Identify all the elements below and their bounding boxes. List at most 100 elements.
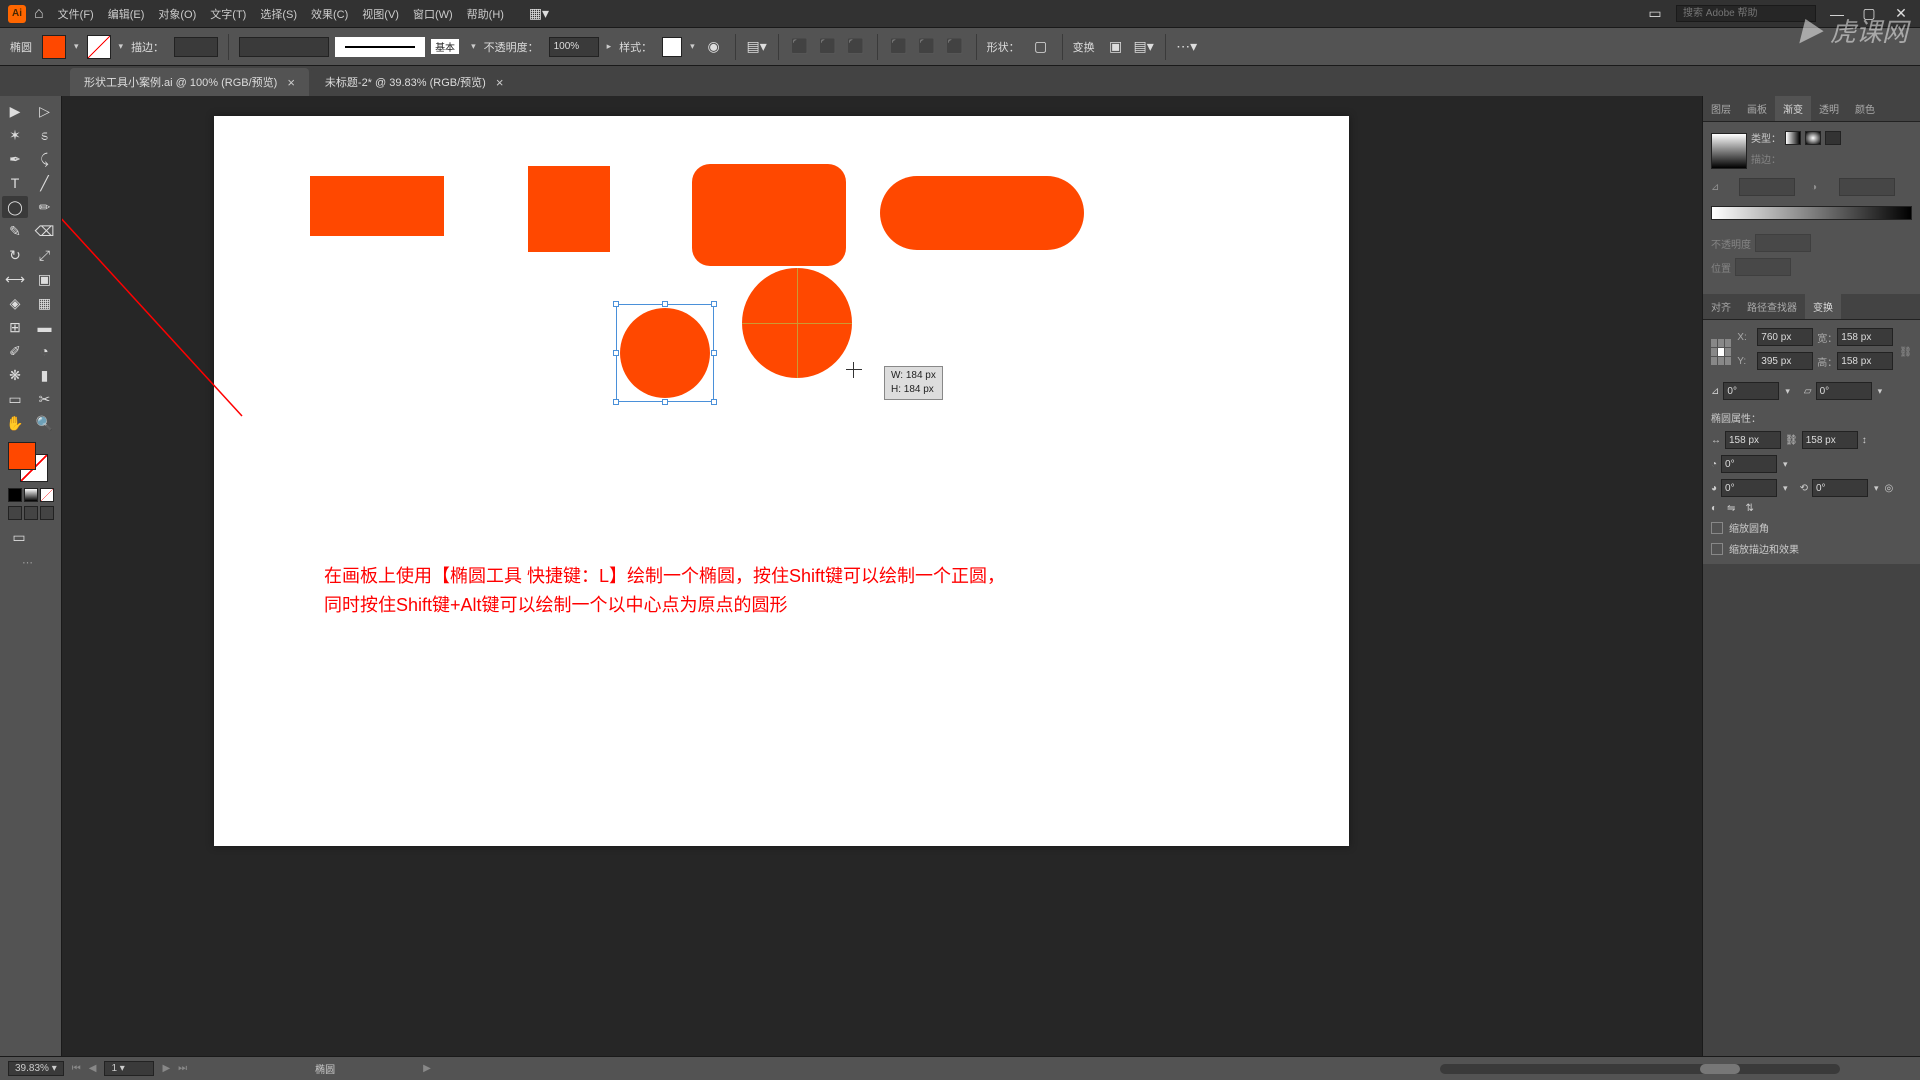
stroke-dropdown[interactable]: ▾: [117, 41, 126, 52]
reference-point[interactable]: [1711, 339, 1731, 365]
draw-inside[interactable]: [40, 506, 54, 520]
menu-edit[interactable]: 编辑(E): [108, 6, 145, 22]
gradient-slider[interactable]: [1711, 206, 1912, 220]
close-icon[interactable]: ×: [496, 75, 504, 90]
invert-icon[interactable]: ◐: [1711, 503, 1717, 514]
gradient-tool[interactable]: ▬: [32, 316, 58, 338]
window-max-icon[interactable]: ▢: [1858, 3, 1880, 25]
menu-file[interactable]: 文件(F): [58, 6, 94, 22]
slice-tool[interactable]: ✂: [32, 388, 58, 410]
brush-preview[interactable]: [335, 37, 425, 57]
pie-end-input[interactable]: [1721, 479, 1777, 497]
mesh-tool[interactable]: ⊞: [2, 316, 28, 338]
align-hcenter-icon[interactable]: ⬛: [817, 36, 839, 58]
fill-stroke-colors[interactable]: [8, 442, 48, 482]
tab-transform[interactable]: 变换: [1805, 294, 1841, 319]
shape-builder-tool[interactable]: ◈: [2, 292, 28, 314]
line-tool[interactable]: ╱: [32, 172, 58, 194]
constrain-icon[interactable]: ◎: [1885, 483, 1894, 494]
curvature-tool[interactable]: ⤹: [32, 148, 58, 170]
tab-color[interactable]: 颜色: [1847, 96, 1883, 121]
zoom-select[interactable]: 39.83% ▾: [8, 1061, 64, 1076]
menu-object[interactable]: 对象(O): [158, 6, 196, 22]
hand-tool[interactable]: ✋: [2, 412, 28, 434]
paintbrush-tool[interactable]: ✏: [32, 196, 58, 218]
window-close-icon[interactable]: ✕: [1890, 3, 1912, 25]
ellipse-w-input[interactable]: [1725, 431, 1781, 449]
stop-position-input[interactable]: [1735, 258, 1791, 276]
shape-square[interactable]: [528, 166, 610, 252]
w-input[interactable]: [1837, 328, 1893, 346]
shape-circle-large[interactable]: [742, 268, 852, 378]
search-input[interactable]: [1676, 5, 1816, 22]
artboard-nav-select[interactable]: 1 ▾: [104, 1061, 154, 1076]
shape-rectangle[interactable]: [310, 176, 444, 236]
menu-view[interactable]: 视图(V): [362, 6, 399, 22]
free-transform-tool[interactable]: ▣: [32, 268, 58, 290]
screen-mode-button[interactable]: ▭: [6, 526, 32, 548]
scale-corners-checkbox[interactable]: 缩放圆角: [1711, 520, 1912, 535]
align-top-icon[interactable]: ⬛: [888, 36, 910, 58]
close-icon[interactable]: ×: [287, 75, 295, 90]
opacity-input[interactable]: [549, 37, 599, 57]
link-icon[interactable]: ⛓: [1899, 347, 1912, 358]
opacity-dropdown[interactable]: ▸: [605, 41, 614, 52]
last-page-icon[interactable]: ⏭: [178, 1063, 187, 1074]
style-swatch[interactable]: [662, 37, 682, 57]
ellipse-tool[interactable]: ◯: [2, 196, 28, 218]
shape-rounded-rect[interactable]: [692, 164, 846, 266]
doc-setup-icon[interactable]: ▤▾: [746, 36, 768, 58]
fill-color[interactable]: [8, 442, 36, 470]
type-tool[interactable]: T: [2, 172, 28, 194]
style-dropdown[interactable]: ▾: [688, 41, 697, 52]
brush-dropdown[interactable]: ▾: [469, 41, 478, 52]
menu-help[interactable]: 帮助(H): [467, 6, 504, 22]
selection-tool[interactable]: ▶: [2, 100, 28, 122]
align-left-icon[interactable]: ⬛: [789, 36, 811, 58]
shape-mode-icon[interactable]: ▢: [1030, 36, 1052, 58]
none-mode[interactable]: [40, 488, 54, 502]
h-scrollbar[interactable]: [1440, 1064, 1840, 1074]
eyedropper-tool[interactable]: ✐: [2, 340, 28, 362]
linear-type[interactable]: [1785, 131, 1801, 145]
arrange-icon[interactable]: ▤▾: [1133, 36, 1155, 58]
graph-tool[interactable]: ▮: [32, 364, 58, 386]
menu-effect[interactable]: 效果(C): [311, 6, 348, 22]
draw-normal[interactable]: [8, 506, 22, 520]
menu-type[interactable]: 文字(T): [210, 6, 246, 22]
select-similar-icon[interactable]: ⋯▾: [1176, 36, 1198, 58]
stroke-weight-input[interactable]: [174, 37, 218, 57]
freeform-type[interactable]: [1825, 131, 1841, 145]
toolbar-more-icon[interactable]: ⋯: [22, 556, 59, 569]
shape-ellipse[interactable]: [214, 116, 368, 172]
lasso-tool[interactable]: ಽ: [32, 124, 58, 146]
align-right-icon[interactable]: ⬛: [845, 36, 867, 58]
zoom-tool[interactable]: 🔍: [32, 412, 58, 434]
prev-page-icon[interactable]: ◀: [89, 1063, 97, 1074]
fill-dropdown[interactable]: ▾: [72, 41, 81, 52]
tab-layers[interactable]: 图层: [1703, 96, 1739, 121]
h-input[interactable]: [1837, 352, 1893, 370]
pen-tool[interactable]: ✒: [2, 148, 28, 170]
stroke-swatch[interactable]: [87, 35, 111, 59]
shape-rounded-rect-2[interactable]: [880, 176, 1084, 250]
tab-gradient[interactable]: 渐变: [1775, 96, 1811, 121]
arrange-docs-icon[interactable]: ▦▾: [528, 3, 550, 25]
menu-select[interactable]: 选择(S): [260, 6, 297, 22]
document-tab-2[interactable]: 未标题-2* @ 39.83% (RGB/预览) ×: [311, 68, 518, 96]
link-icon[interactable]: ⛓: [1785, 435, 1798, 446]
gradient-preview[interactable]: [1711, 133, 1747, 169]
var-width-input[interactable]: [239, 37, 329, 57]
document-tab-1[interactable]: 形状工具小案例.ai @ 100% (RGB/预览) ×: [70, 68, 309, 96]
y-input[interactable]: [1757, 352, 1813, 370]
pie-start-input[interactable]: [1721, 455, 1777, 473]
symbol-sprayer-tool[interactable]: ❋: [2, 364, 28, 386]
tab-transparency[interactable]: 透明: [1811, 96, 1847, 121]
fill-swatch[interactable]: [42, 35, 66, 59]
gradient-angle-input[interactable]: [1739, 178, 1795, 196]
window-min-icon[interactable]: —: [1826, 3, 1848, 25]
gradient-mode[interactable]: [24, 488, 38, 502]
tab-artboards[interactable]: 画板: [1739, 96, 1775, 121]
direct-selection-tool[interactable]: ▷: [32, 100, 58, 122]
flip-v-icon[interactable]: ⇅: [1745, 503, 1753, 514]
